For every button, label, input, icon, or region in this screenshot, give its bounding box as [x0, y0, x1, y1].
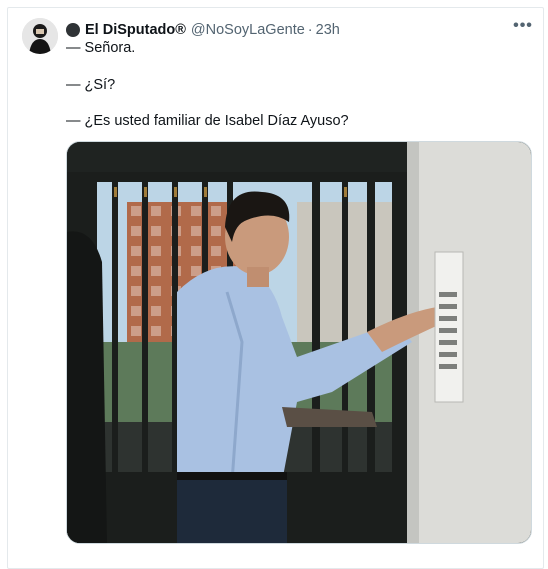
tweet-text-line-2: — ¿Sí?: [66, 77, 116, 93]
tweet-text-line-1: — Señora.: [66, 40, 136, 56]
avatar[interactable]: [22, 18, 58, 54]
user-handle[interactable]: @NoSoyLaGente: [191, 22, 305, 38]
timestamp[interactable]: 23h: [316, 22, 340, 38]
avatar-image: [22, 18, 58, 54]
photo-man-at-intercom: [67, 142, 531, 543]
tweet-header: El DiSputado ® @NoSoyLaGente · 23h: [66, 20, 340, 40]
more-options-icon[interactable]: •••: [512, 18, 534, 36]
display-name[interactable]: El DiSputado: [85, 22, 175, 38]
tweet-text-line-3: — ¿Es usted familiar de Isabel Díaz Ayus…: [66, 113, 349, 129]
profile-bullet-icon: [66, 23, 80, 37]
separator: ·: [307, 22, 313, 38]
tweet-photo[interactable]: [66, 141, 532, 544]
registered-mark: ®: [175, 22, 186, 38]
